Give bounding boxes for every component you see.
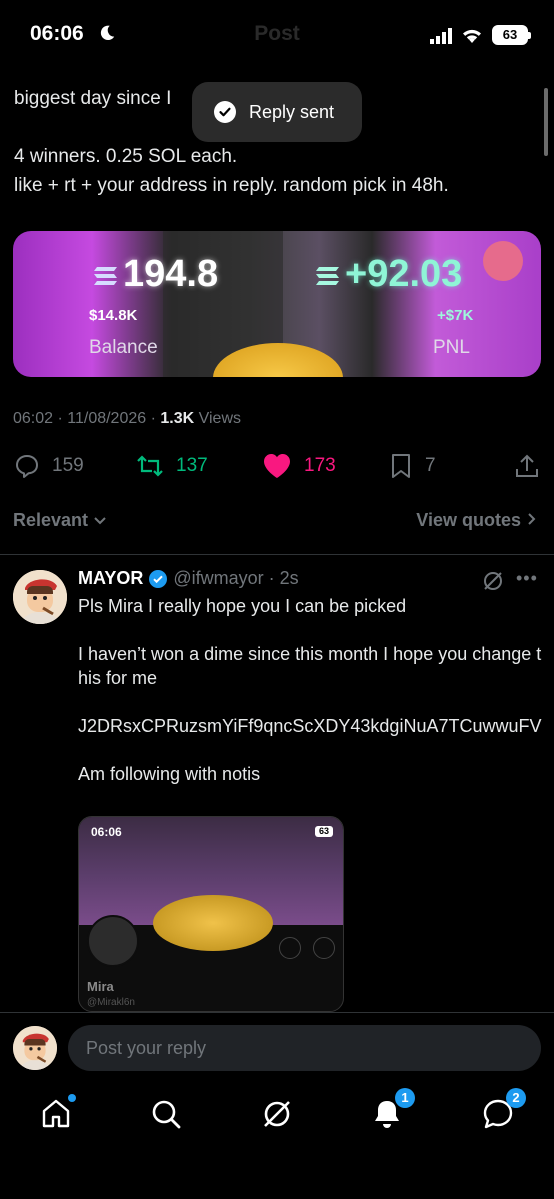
- reply-button[interactable]: 159: [14, 448, 84, 484]
- share-button[interactable]: [514, 448, 552, 484]
- check-circle-icon: [214, 101, 236, 123]
- heart-icon: [264, 454, 290, 478]
- reply-paragraph: J2DRsxCPRuzsmYiFf9qncScXDY43kdgiNuA7TCuw…: [78, 716, 542, 736]
- balance-value: 194.8: [93, 253, 218, 296]
- scrollbar[interactable]: [544, 88, 548, 156]
- tab-grok[interactable]: [257, 1094, 297, 1134]
- tab-notifications[interactable]: 1: [367, 1088, 415, 1134]
- embed-notify-icon: [279, 937, 301, 959]
- embed-time: 06:06: [91, 825, 122, 839]
- reply-author-name[interactable]: MAYOR: [78, 568, 143, 589]
- grok-icon: [264, 1101, 290, 1127]
- reply-paragraph: I haven’t won a dime since this month I …: [78, 644, 542, 688]
- views-label: Views: [194, 410, 242, 427]
- chevron-right-icon: [528, 513, 536, 525]
- reply-header: MAYOR @ifwmayor · 2s: [78, 568, 299, 589]
- pnl-usd: +$7K: [437, 307, 474, 324]
- embed-avatar: [87, 915, 139, 967]
- view-quotes-label: View quotes: [416, 510, 521, 530]
- relevant-dropdown[interactable]: Relevant: [13, 510, 107, 531]
- reply-composer: [0, 1012, 554, 1082]
- reply-media-image[interactable]: 06:06 63 Mira @Mirakl6n: [78, 816, 344, 1012]
- tab-search[interactable]: [146, 1094, 186, 1134]
- view-quotes-link[interactable]: View quotes: [416, 510, 538, 531]
- status-bar: 06:06 Post 63: [0, 0, 554, 66]
- verified-badge-icon: [149, 569, 168, 588]
- reply-paragraph: Am following with notis: [78, 764, 261, 784]
- balance-usd: $14.8K: [89, 307, 138, 324]
- repost-icon: [137, 455, 163, 477]
- bottom-tab-bar: 1 2: [0, 1082, 554, 1199]
- post-meta: 06:02 · 11/08/2026 · 1.3K Views: [13, 410, 241, 428]
- notifications-badge: 1: [395, 1088, 415, 1108]
- post-timestamp: 06:02 · 11/08/2026 ·: [13, 410, 161, 427]
- divider: [0, 554, 554, 555]
- tab-messages[interactable]: 2: [478, 1088, 526, 1134]
- like-count: 173: [304, 455, 336, 476]
- more-options-icon[interactable]: •••: [516, 568, 538, 589]
- post-actions: 159 137 173 7: [0, 448, 554, 484]
- toast-text: Reply sent: [249, 101, 335, 122]
- views-count[interactable]: 1.3K: [160, 410, 194, 427]
- bookmark-count: 7: [425, 455, 436, 476]
- avatar[interactable]: [13, 570, 67, 624]
- reply-paragraph: Pls Mira I really hope you I can be pick…: [78, 596, 407, 616]
- embed-name: Mira: [87, 979, 114, 994]
- embed-handle: @Mirakl6n: [87, 997, 135, 1008]
- post-text-line: 4 winners. 0.25 SOL each.: [14, 146, 238, 167]
- reply-author-handle[interactable]: @ifwmayor · 2s: [173, 568, 298, 589]
- like-button[interactable]: 173: [262, 448, 336, 484]
- pnl-label: PNL: [433, 337, 470, 358]
- avatar[interactable]: [13, 1026, 57, 1070]
- solana-icon: [316, 266, 339, 285]
- reply-sort-row: Relevant View quotes: [0, 506, 554, 536]
- post-text-line: like + rt + your address in reply. rando…: [14, 175, 449, 196]
- chevron-down-icon: [94, 517, 106, 525]
- bookmark-button[interactable]: 7: [389, 448, 436, 484]
- post-media-image[interactable]: 194.8 $14.8K Balance +92.03 +$7K PNL: [13, 231, 541, 377]
- relevant-label: Relevant: [13, 510, 89, 530]
- bookmark-icon: [392, 454, 410, 478]
- signal-icon: [430, 28, 452, 44]
- search-icon: [152, 1100, 181, 1129]
- repost-count: 137: [176, 455, 208, 476]
- reply-input[interactable]: [68, 1025, 541, 1071]
- home-unread-dot: [68, 1094, 76, 1102]
- repost-button[interactable]: 137: [136, 448, 208, 484]
- tab-home[interactable]: [36, 1094, 76, 1134]
- messages-badge: 2: [506, 1088, 526, 1108]
- reply-sent-toast: Reply sent: [192, 82, 362, 142]
- embed-battery: 63: [315, 826, 333, 837]
- embed-share-icon: [313, 937, 335, 959]
- share-icon: [516, 454, 538, 477]
- reply-count: 159: [52, 455, 84, 476]
- grok-icon[interactable]: [482, 570, 504, 592]
- home-icon: [42, 1099, 70, 1128]
- wifi-icon: [463, 29, 481, 43]
- pnl-value: +92.03: [315, 253, 462, 296]
- reply-icon: [16, 455, 38, 478]
- battery-indicator: 63: [492, 25, 531, 45]
- solana-icon: [94, 266, 117, 285]
- balance-label: Balance: [89, 337, 158, 358]
- reply-body: Pls Mira I really hope you I can be pick…: [78, 594, 542, 810]
